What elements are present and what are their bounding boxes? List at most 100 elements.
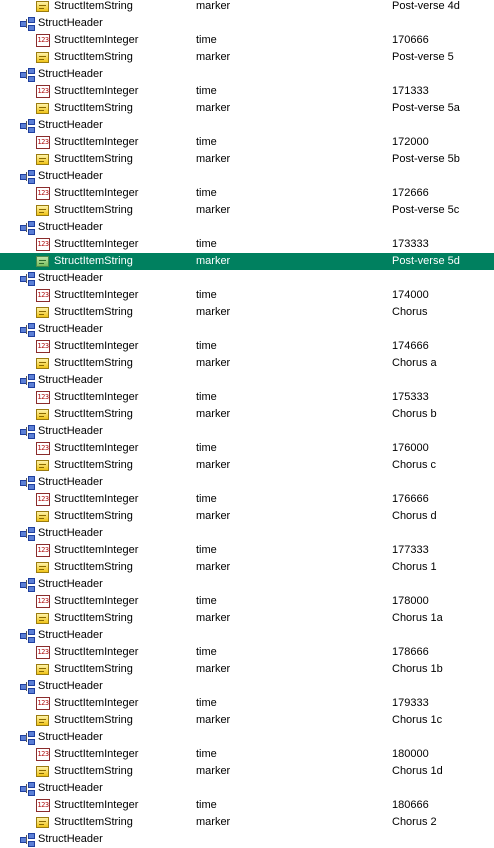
row-label: StructHeader — [38, 527, 103, 539]
row-field-name: marker — [196, 102, 231, 114]
tree-row-string-item[interactable]: StructItemString marker Post-verse 5c — [0, 202, 494, 219]
row-field-value: 174666 — [392, 340, 429, 352]
tree-row-string-item[interactable]: StructItemString marker Chorus d — [0, 508, 494, 525]
tree-row-string-item[interactable]: StructItemString marker Post-verse 5 — [0, 49, 494, 66]
tree-row-string-item[interactable]: StructItemString marker Chorus c — [0, 457, 494, 474]
tree-row-integer-item[interactable]: 123 StructItemInteger time 178666 — [0, 644, 494, 661]
tree-row-struct-header[interactable]: StructHeader — [0, 780, 494, 797]
integer-item-icon: 123 — [36, 442, 50, 455]
row-field-name: time — [196, 697, 217, 709]
row-label: StructItemInteger — [54, 391, 139, 403]
row-field-value: 180666 — [392, 799, 429, 811]
row-field-name: marker — [196, 765, 231, 777]
tree-row-integer-item[interactable]: 123 StructItemInteger time 179333 — [0, 695, 494, 712]
row-field-name: marker — [196, 816, 231, 828]
tree-row-integer-item[interactable]: 123 StructItemInteger time 180000 — [0, 746, 494, 763]
tree-row-struct-header[interactable]: StructHeader — [0, 219, 494, 236]
tree-row-struct-header[interactable]: StructHeader — [0, 474, 494, 491]
struct-header-icon — [20, 374, 35, 388]
tree-row-struct-header[interactable]: StructHeader — [0, 525, 494, 542]
tree-row-string-item[interactable]: StructItemString marker Post-verse 5d — [0, 253, 494, 270]
row-label: StructItemString — [54, 765, 133, 777]
row-field-name: marker — [196, 459, 231, 471]
tree-row-struct-header[interactable]: StructHeader — [0, 66, 494, 83]
tree-row-struct-header[interactable]: StructHeader — [0, 678, 494, 695]
row-field-value: Chorus b — [392, 408, 437, 420]
row-label: StructItemString — [54, 459, 133, 471]
struct-header-icon — [20, 476, 35, 490]
tree-row-integer-item[interactable]: 123 StructItemInteger time 180666 — [0, 797, 494, 814]
string-item-icon — [36, 409, 49, 420]
tree-row-string-item[interactable]: StructItemString marker Chorus 1c — [0, 712, 494, 729]
tree-row-struct-header[interactable]: StructHeader — [0, 372, 494, 389]
tree-row-integer-item[interactable]: 123 StructItemInteger time 176000 — [0, 440, 494, 457]
tree-row-string-item[interactable]: StructItemString marker Post-verse 5a — [0, 100, 494, 117]
row-label: StructItemString — [54, 102, 133, 114]
tree-row-integer-item[interactable]: 123 StructItemInteger time 172666 — [0, 185, 494, 202]
tree-row-integer-item[interactable]: 123 StructItemInteger time 172000 — [0, 134, 494, 151]
tree-row-integer-item[interactable]: 123 StructItemInteger time 171333 — [0, 83, 494, 100]
row-label: StructItemString — [54, 51, 133, 63]
struct-header-icon — [20, 221, 35, 235]
tree-row-string-item[interactable]: StructItemString marker Chorus 1b — [0, 661, 494, 678]
tree-row-struct-header[interactable]: StructHeader — [0, 576, 494, 593]
integer-item-icon: 123 — [36, 34, 50, 47]
tree-row-struct-header[interactable]: StructHeader — [0, 729, 494, 746]
tree-row-integer-item[interactable]: 123 StructItemInteger time 176666 — [0, 491, 494, 508]
string-item-icon — [36, 52, 49, 63]
struct-header-icon — [20, 731, 35, 745]
tree-row-integer-item[interactable]: 123 StructItemInteger time 174000 — [0, 287, 494, 304]
row-field-name: time — [196, 340, 217, 352]
tree-row-integer-item[interactable]: 123 StructItemInteger time 170666 — [0, 32, 494, 49]
string-item-icon — [36, 511, 49, 522]
tree-row-integer-item[interactable]: 123 StructItemInteger time 173333 — [0, 236, 494, 253]
row-field-name: marker — [196, 510, 231, 522]
tree-row-struct-header[interactable]: StructHeader — [0, 270, 494, 287]
tree-row-struct-header[interactable]: StructHeader — [0, 117, 494, 134]
row-label: StructHeader — [38, 119, 103, 131]
row-field-value: Chorus 1c — [392, 714, 443, 726]
tree-row-integer-item[interactable]: 123 StructItemInteger time 178000 — [0, 593, 494, 610]
row-field-name: time — [196, 238, 217, 250]
tree-row-integer-item[interactable]: 123 StructItemInteger time 177333 — [0, 542, 494, 559]
tree-row-string-item[interactable]: StructItemString marker Chorus b — [0, 406, 494, 423]
integer-item-icon: 123 — [36, 493, 50, 506]
row-label: StructHeader — [38, 17, 103, 29]
tree-row-string-item[interactable]: StructItemString marker Chorus a — [0, 355, 494, 372]
row-field-name: marker — [196, 255, 231, 267]
integer-item-icon: 123 — [36, 799, 50, 812]
row-field-name: time — [196, 595, 217, 607]
row-label: StructItemString — [54, 306, 133, 318]
tree-row-integer-item[interactable]: 123 StructItemInteger time 174666 — [0, 338, 494, 355]
row-field-value: Chorus a — [392, 357, 437, 369]
tree-row-string-item[interactable]: StructItemString marker Post-verse 4d — [0, 0, 494, 15]
integer-item-icon: 123 — [36, 391, 50, 404]
row-label: StructHeader — [38, 68, 103, 80]
struct-header-icon — [20, 527, 35, 541]
tree-row-string-item[interactable]: StructItemString marker Post-verse 5b — [0, 151, 494, 168]
tree-row-integer-item[interactable]: 123 StructItemInteger time 175333 — [0, 389, 494, 406]
tree-row-string-item[interactable]: StructItemString marker Chorus — [0, 304, 494, 321]
tree-row-string-item[interactable]: StructItemString marker Chorus 1 — [0, 559, 494, 576]
row-label: StructItemInteger — [54, 34, 139, 46]
row-label: StructItemInteger — [54, 442, 139, 454]
row-field-name: marker — [196, 153, 231, 165]
tree-row-struct-header[interactable]: StructHeader — [0, 168, 494, 185]
tree-row-struct-header[interactable]: StructHeader — [0, 321, 494, 338]
row-label: StructItemString — [54, 663, 133, 675]
string-item-icon — [36, 562, 49, 573]
struct-tree-view[interactable]: StructItemString marker Post-verse 4d St… — [0, 0, 494, 848]
tree-row-struct-header[interactable]: StructHeader — [0, 831, 494, 848]
struct-header-icon — [20, 782, 35, 796]
tree-row-string-item[interactable]: StructItemString marker Chorus 2 — [0, 814, 494, 831]
tree-row-struct-header[interactable]: StructHeader — [0, 423, 494, 440]
row-field-value: Post-verse 5 — [392, 51, 454, 63]
integer-item-icon: 123 — [36, 238, 50, 251]
tree-row-string-item[interactable]: StructItemString marker Chorus 1a — [0, 610, 494, 627]
tree-row-string-item[interactable]: StructItemString marker Chorus 1d — [0, 763, 494, 780]
row-field-value: Chorus d — [392, 510, 437, 522]
row-field-value: 172666 — [392, 187, 429, 199]
row-label: StructItemString — [54, 0, 133, 12]
tree-row-struct-header[interactable]: StructHeader — [0, 627, 494, 644]
tree-row-struct-header[interactable]: StructHeader — [0, 15, 494, 32]
